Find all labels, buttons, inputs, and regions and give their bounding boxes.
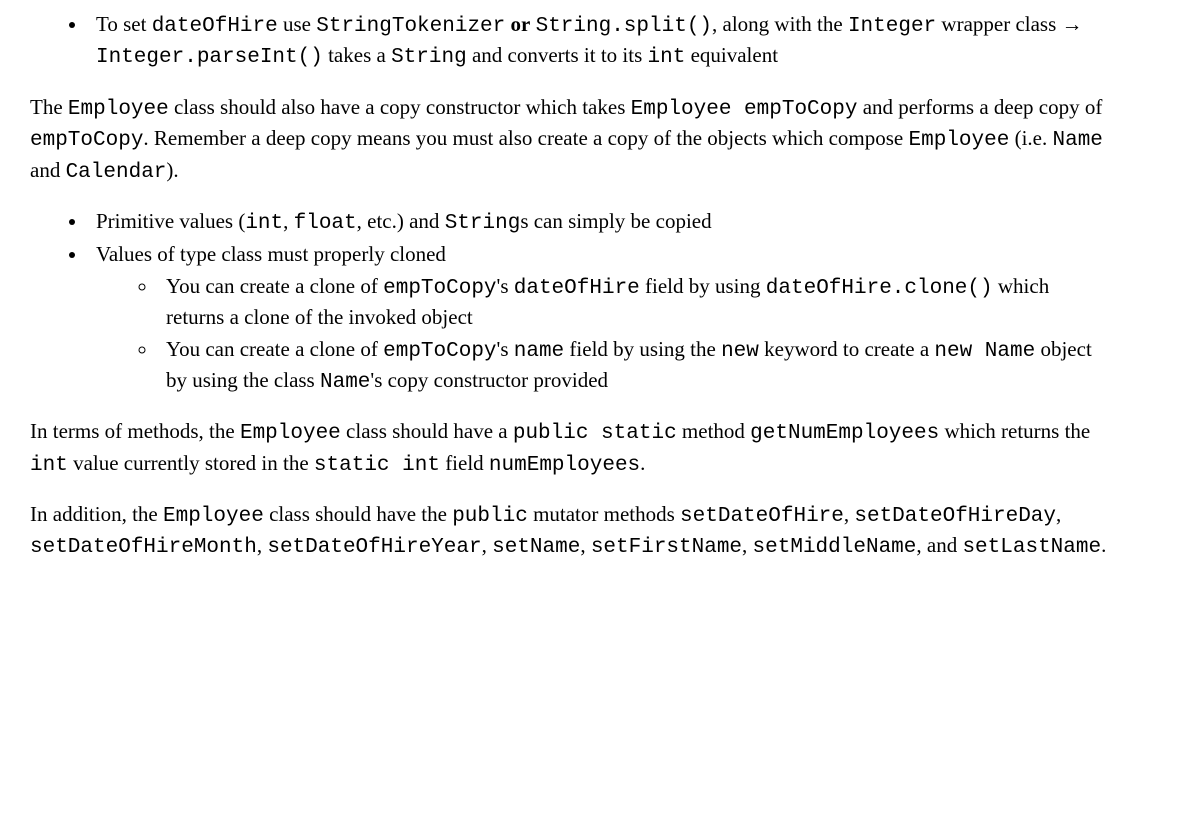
paragraph-copy-constructor: The Employee class should also have a co… [30, 93, 1108, 187]
code: dateOfHire [152, 15, 278, 38]
code: Calendar [66, 161, 167, 184]
bullet-list-2: Primitive values (int, float, etc.) and … [30, 207, 1108, 397]
code: Name [1053, 129, 1103, 152]
text: Values of type class must properly clone… [96, 242, 446, 266]
code: setDateOfHire [680, 505, 844, 528]
code: new Name [934, 340, 1035, 363]
text: , [283, 209, 294, 233]
text: , [844, 502, 855, 526]
code: Integer [848, 15, 936, 38]
text: takes a [323, 43, 391, 67]
code: float [294, 212, 357, 235]
text: field [440, 451, 489, 475]
text: , along with the [712, 12, 848, 36]
text: . [1101, 533, 1106, 557]
code: Integer.parseInt() [96, 46, 323, 69]
code: setFirstName [591, 536, 742, 559]
arrow-icon: → [1062, 13, 1083, 36]
text: and [30, 158, 66, 182]
text: You can create a clone of [166, 337, 383, 361]
text: , etc.) and [357, 209, 445, 233]
text: To set [96, 12, 152, 36]
text: and converts it to its [467, 43, 648, 67]
list-item: You can create a clone of empToCopy's da… [158, 272, 1108, 333]
text: keyword to create a [759, 337, 935, 361]
code: StringTokenizer [316, 15, 505, 38]
text: . [640, 451, 645, 475]
code: dateOfHire [514, 277, 640, 300]
text: 's [497, 337, 514, 361]
text: class should have a [341, 419, 513, 443]
code: setMiddleName [753, 536, 917, 559]
text: ). [166, 158, 178, 182]
text: 's copy constructor provided [370, 368, 608, 392]
code: Employee [163, 505, 264, 528]
paragraph-mutator-methods: In addition, the Employee class should h… [30, 500, 1108, 563]
paragraph-static-method: In terms of methods, the Employee class … [30, 417, 1108, 480]
list-item: Primitive values (int, float, etc.) and … [88, 207, 1108, 238]
code: getNumEmployees [750, 422, 939, 445]
text: method [677, 419, 751, 443]
code: empToCopy [383, 340, 496, 363]
code: Employee [240, 422, 341, 445]
text: class should also have a copy constructo… [169, 95, 631, 119]
text: , [257, 533, 268, 557]
code: String [445, 212, 521, 235]
code: Employee [68, 98, 169, 121]
code: dateOfHire.clone() [766, 277, 993, 300]
code: Employee empToCopy [631, 98, 858, 121]
code: setDateOfHireDay [854, 505, 1056, 528]
code: String [391, 46, 467, 69]
text: Primitive values ( [96, 209, 245, 233]
text: field by using the [564, 337, 721, 361]
text: (i.e. [1009, 126, 1052, 150]
code: setDateOfHireYear [267, 536, 481, 559]
code: int [30, 454, 68, 477]
text: s can simply be copied [520, 209, 711, 233]
code: String.split() [536, 15, 712, 38]
text: . Remember a deep copy means you must al… [143, 126, 908, 150]
text: , and [916, 533, 962, 557]
text: , [482, 533, 493, 557]
bullet-list-1: To set dateOfHire use StringTokenizer or… [30, 10, 1108, 73]
text: wrapper class [936, 12, 1061, 36]
text: use [278, 12, 317, 36]
list-item: To set dateOfHire use StringTokenizer or… [88, 10, 1108, 73]
text: class should have the [264, 502, 452, 526]
text: , [742, 533, 753, 557]
bold-or: or [511, 12, 531, 36]
text: In addition, the [30, 502, 163, 526]
list-item: Values of type class must properly clone… [88, 240, 1108, 397]
text: In terms of methods, the [30, 419, 240, 443]
code: public static [513, 422, 677, 445]
code: numEmployees [489, 454, 640, 477]
text: mutator methods [528, 502, 680, 526]
text: field by using [640, 274, 766, 298]
text: and performs a deep copy of [857, 95, 1102, 119]
text: , [580, 533, 591, 557]
code: Name [320, 371, 370, 394]
code: int [245, 212, 283, 235]
code: new [721, 340, 759, 363]
code: public [452, 505, 528, 528]
text: 's [497, 274, 514, 298]
code: Employee [909, 129, 1010, 152]
code: setLastName [962, 536, 1101, 559]
list-item: You can create a clone of empToCopy's na… [158, 335, 1108, 398]
text: The [30, 95, 68, 119]
text: which returns the [939, 419, 1090, 443]
code: setName [492, 536, 580, 559]
text: equivalent [685, 43, 778, 67]
code: setDateOfHireMonth [30, 536, 257, 559]
text: , [1056, 502, 1061, 526]
code: int [648, 46, 686, 69]
code: empToCopy [30, 129, 143, 152]
code: empToCopy [383, 277, 496, 300]
text: You can create a clone of [166, 274, 383, 298]
sub-list: You can create a clone of empToCopy's da… [96, 272, 1108, 398]
text: value currently stored in the [68, 451, 314, 475]
code: name [514, 340, 564, 363]
code: static int [314, 454, 440, 477]
